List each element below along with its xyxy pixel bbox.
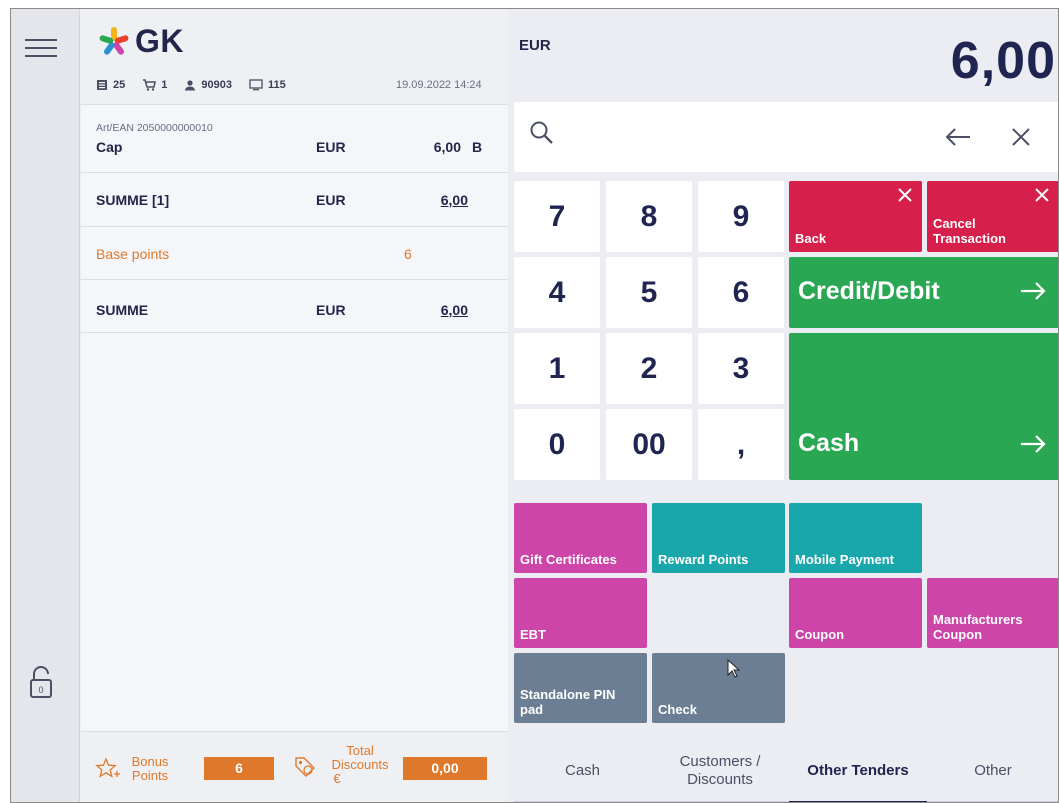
item-amount: 6,00 (433, 139, 461, 155)
cart-count: 1 (142, 79, 167, 91)
keypad-key[interactable]: 5 (606, 257, 692, 328)
base-points-label: Base points (96, 246, 170, 262)
logo-star-icon (99, 26, 129, 55)
subtotal-label: SUMME [1] (96, 192, 170, 208)
side-nav: 0 (11, 9, 80, 802)
tab-cash[interactable]: Cash (514, 737, 651, 802)
discount-tag-icon (295, 757, 315, 777)
keypad-key[interactable]: 8 (606, 181, 692, 252)
unlock-icon[interactable]: 0 (28, 664, 54, 700)
receipt-count: 25 (96, 79, 125, 91)
keypad-key[interactable]: 2 (606, 333, 692, 404)
tab-other[interactable]: Other (927, 737, 1058, 802)
standalone-pin-pad-button[interactable]: Standalone PIN pad (514, 653, 647, 723)
user-icon (185, 80, 196, 91)
discount-label-3: € (333, 771, 341, 786)
menu-icon[interactable] (25, 37, 57, 59)
gift-certificates-button[interactable]: Gift Certificates (514, 503, 647, 573)
receipt-line-item[interactable]: Art/EAN 2050000000010 Cap EUR 6,00 B (81, 105, 508, 173)
cash-button[interactable]: Cash (789, 333, 1058, 480)
item-name: Cap (96, 139, 123, 155)
keypad-key[interactable]: 9 (698, 181, 784, 252)
manufacturers-coupon-button[interactable]: Manufacturers Coupon (927, 578, 1058, 648)
search-icon[interactable] (529, 120, 555, 146)
backspace-arrow-icon[interactable] (944, 125, 972, 149)
svg-text:0: 0 (38, 685, 43, 695)
close-icon (1035, 188, 1049, 202)
keypad-key[interactable]: , (698, 409, 784, 480)
keypad-key[interactable]: 0 (514, 409, 600, 480)
reward-points-button[interactable]: Reward Points (652, 503, 785, 573)
clear-icon[interactable] (1010, 126, 1032, 148)
arrow-right-icon (1021, 435, 1046, 453)
search-bar[interactable] (514, 102, 1058, 172)
receipt-panel: GK 25 1 90903 115 19.09.2022 14:24 Art/E… (81, 9, 508, 802)
total-discounts-value: 0,00 (403, 757, 487, 780)
item-tax-flag: B (472, 139, 483, 155)
bonus-label-1: Bonus (131, 754, 169, 769)
base-points-value: 6 (404, 246, 412, 262)
item-currency: EUR (316, 139, 346, 155)
total-currency: EUR (316, 302, 346, 318)
tab-customers-discounts[interactable]: Customers / Discounts (651, 737, 789, 802)
subtotal-amount: 6,00 (440, 192, 468, 208)
keypad-key[interactable]: 1 (514, 333, 600, 404)
cart-icon (143, 79, 157, 91)
keypad-key[interactable]: 6 (698, 257, 784, 328)
receipt-line-subtotal[interactable]: SUMME [1] EUR 6,00 (81, 173, 508, 227)
payment-panel: EUR 6,00 7 8 9 4 5 6 1 2 3 0 00, Back Cancel Trans… (509, 9, 1058, 802)
arrow-right-icon (1021, 282, 1046, 300)
workstation-id: 115 (249, 79, 286, 91)
keypad-key[interactable]: 7 (514, 181, 600, 252)
bonus-points-value: 6 (204, 757, 274, 780)
coupon-button[interactable]: Coupon (789, 578, 922, 648)
ebt-button[interactable]: EBT (514, 578, 647, 648)
back-button[interactable]: Back (789, 181, 922, 252)
amount-due: 6,00 (950, 32, 1056, 90)
item-ean: Art/EAN 2050000000010 (96, 122, 213, 134)
user-id: 90903 (184, 79, 232, 91)
monitor-icon (249, 79, 263, 91)
bonus-label-2: Points (131, 768, 169, 783)
receipt-header: GK 25 1 90903 115 19.09.2022 14:24 (81, 9, 508, 105)
total-amount: 6,00 (440, 302, 468, 318)
receipt-line-base-points[interactable]: Base points 6 (81, 227, 508, 280)
amount-currency: EUR (519, 37, 551, 54)
logo-text: GK (135, 23, 184, 59)
keypad-key[interactable]: 3 (698, 333, 784, 404)
receipt-line-total[interactable]: SUMME EUR 6,00 (81, 280, 508, 333)
close-icon (898, 188, 912, 202)
datetime: 19.09.2022 14:24 (396, 79, 482, 91)
cancel-transaction-button[interactable]: Cancel Transaction (927, 181, 1058, 252)
keypad-key[interactable]: 00 (606, 409, 692, 480)
logo: GK (97, 23, 184, 60)
subtotal-currency: EUR (316, 192, 346, 208)
tender-tabs: Cash Customers / Discounts Other Tenders… (514, 737, 1058, 802)
keypad-key[interactable]: 4 (514, 257, 600, 328)
pos-window: 0 GK 25 1 90903 115 19.09.2022 14:24 Art… (10, 8, 1059, 803)
receipt-icon (97, 80, 107, 90)
total-label: SUMME (96, 302, 149, 318)
bonus-star-icon (95, 757, 120, 778)
mouse-cursor-icon (727, 659, 741, 678)
credit-debit-button[interactable]: Credit/Debit (789, 257, 1058, 328)
mobile-payment-button[interactable]: Mobile Payment (789, 503, 922, 573)
status-bar: 25 1 90903 115 19.09.2022 14:24 (96, 79, 496, 91)
tab-other-tenders[interactable]: Other Tenders (789, 737, 927, 802)
check-button[interactable]: Check (652, 653, 785, 723)
discount-label-1: Total (346, 743, 374, 758)
discount-label-2: Discounts (331, 757, 389, 772)
